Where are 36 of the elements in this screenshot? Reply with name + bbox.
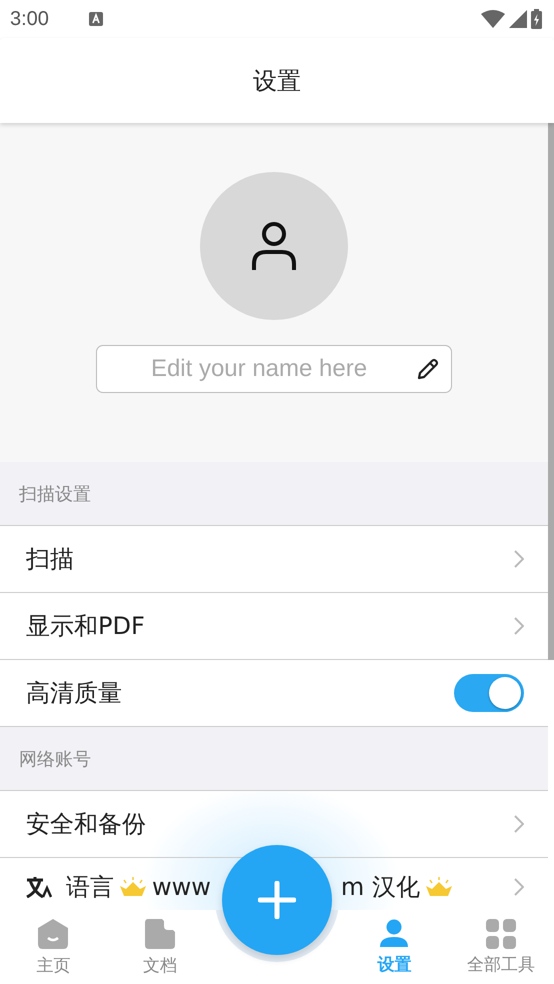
translate-icon — [26, 876, 52, 898]
section-title: 扫描设置 — [19, 482, 91, 506]
website-text: www — [152, 873, 211, 901]
document-icon — [144, 918, 176, 950]
pencil-icon[interactable] — [416, 357, 440, 381]
status-time: 3:00 — [10, 8, 49, 30]
website-text: m 汉化 — [340, 872, 420, 903]
grid-icon — [486, 918, 516, 948]
crown-icon — [424, 877, 454, 897]
chevron-right-icon[interactable] — [514, 617, 524, 635]
nav-tab[interactable]: 全部工具 — [448, 910, 554, 984]
chevron-right-icon[interactable] — [514, 550, 524, 568]
scrollbar[interactable] — [548, 123, 554, 660]
signal-icon — [509, 10, 527, 28]
plus-icon — [258, 881, 296, 919]
crown-icon — [118, 877, 148, 897]
nav-tab[interactable]: 文档 — [106, 910, 213, 984]
page-title: 设置 — [253, 66, 301, 96]
home-icon — [37, 918, 70, 950]
user-icon — [250, 220, 298, 272]
chevron-right-icon — [514, 878, 524, 896]
settings-item[interactable]: 显示和PDF — [26, 610, 145, 642]
battery-charging-icon — [531, 9, 542, 29]
settings-label: 高清质量 — [26, 678, 122, 709]
nav-tab[interactable]: 设置 — [341, 910, 448, 984]
wifi-icon — [481, 10, 505, 28]
user-icon — [380, 918, 408, 948]
toggle-switch[interactable] — [454, 674, 524, 712]
settings-item[interactable]: 扫描 — [26, 543, 74, 575]
language-label: 语言 — [66, 872, 114, 903]
settings-item[interactable]: 安全和备份 — [26, 808, 146, 840]
nav-tab[interactable]: 主页 — [0, 910, 106, 984]
name-field[interactable]: Edit your name here — [96, 345, 452, 393]
section-title: 网络账号 — [19, 748, 91, 770]
keyboard-notification-icon — [88, 12, 103, 26]
chevron-right-icon[interactable] — [514, 815, 524, 833]
